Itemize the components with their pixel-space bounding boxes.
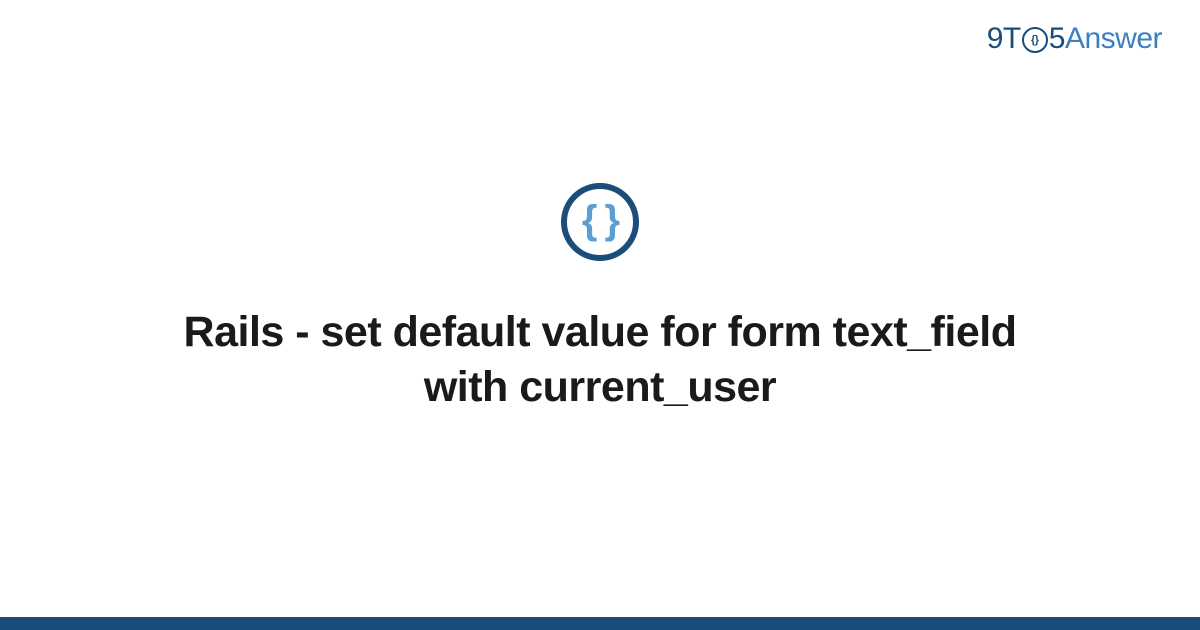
topic-icon-circle: { } — [561, 183, 639, 261]
braces-icon: { } — [582, 200, 618, 240]
main-content: { } Rails - set default value for form t… — [0, 0, 1200, 618]
footer-accent-bar — [0, 617, 1200, 630]
page-title: Rails - set default value for form text_… — [150, 305, 1050, 415]
